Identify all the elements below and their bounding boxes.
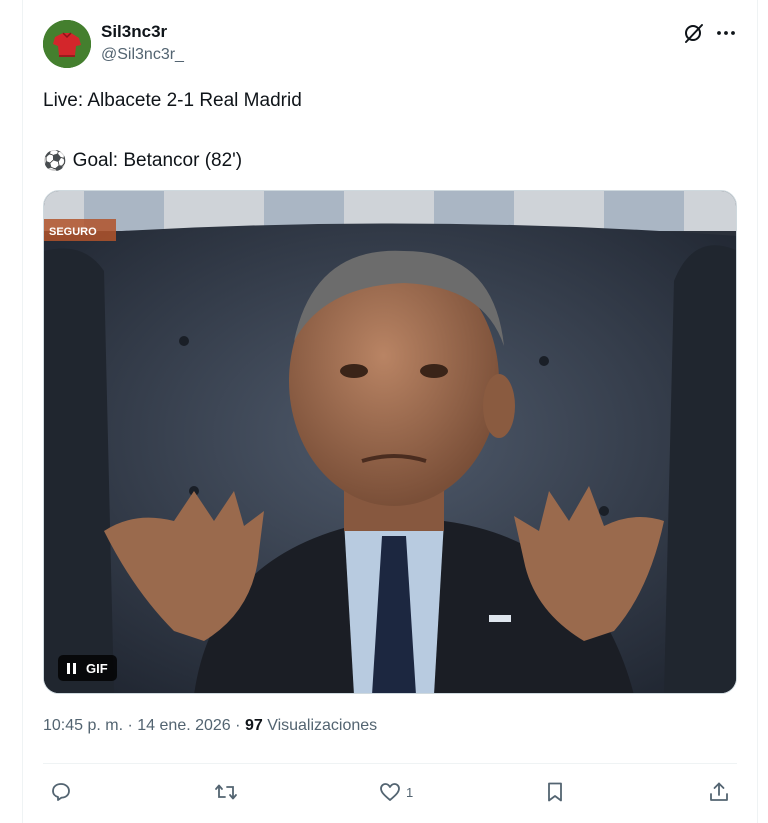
- bookmark-button[interactable]: [543, 778, 567, 806]
- like-count: 1: [406, 784, 414, 800]
- pause-icon[interactable]: [67, 662, 76, 674]
- red-jersey-avatar-icon: [43, 20, 91, 68]
- gif-frame-image: SEGURO: [44, 191, 736, 693]
- tweet-text-line-1: Live: Albacete 2-1 Real Madrid: [43, 90, 302, 111]
- share-button[interactable]: [707, 778, 731, 806]
- tweet-meta: 10:45 p. m. · 14 ene. 2026 · 97 Visualiz…: [43, 717, 377, 735]
- like-button[interactable]: 1: [378, 778, 413, 806]
- tweet-date[interactable]: 14 ene. 2026: [137, 717, 230, 734]
- author-avatar[interactable]: [43, 20, 91, 68]
- author-handle[interactable]: @Sil3nc3r_: [101, 46, 184, 64]
- meta-separator-1: ·: [127, 717, 133, 734]
- grok-icon[interactable]: [683, 22, 705, 44]
- actions-divider: [43, 763, 737, 764]
- tweet-time[interactable]: 10:45 p. m.: [43, 717, 123, 734]
- bookmark-icon: [548, 782, 562, 802]
- author-display-name[interactable]: Sil3nc3r: [101, 22, 167, 42]
- goal-text: Goal: Betancor (82'): [72, 150, 243, 171]
- repost-icon: [215, 784, 237, 800]
- share-icon: [710, 782, 728, 801]
- repost-button[interactable]: [213, 778, 239, 806]
- gif-media[interactable]: SEGURO GIF: [43, 190, 737, 694]
- reply-icon: [52, 783, 70, 801]
- views-count: 97: [244, 717, 263, 734]
- reply-button[interactable]: [49, 778, 73, 806]
- gif-label: GIF: [86, 660, 108, 676]
- meta-separator-2: ·: [235, 717, 241, 734]
- heart-icon: [380, 783, 400, 801]
- gif-badge[interactable]: GIF: [58, 655, 117, 681]
- tweet-card[interactable]: Sil3nc3r @Sil3nc3r_ Live: Albacete 2-1 R…: [22, 0, 758, 823]
- watermark-text: SEGURO: [49, 226, 97, 238]
- tweet-text-line-2: ⚽ Goal: Betancor (82'): [43, 149, 242, 173]
- more-icon[interactable]: [715, 22, 737, 44]
- soccer-ball-icon: ⚽: [43, 151, 67, 172]
- views-label: Visualizaciones: [267, 717, 378, 734]
